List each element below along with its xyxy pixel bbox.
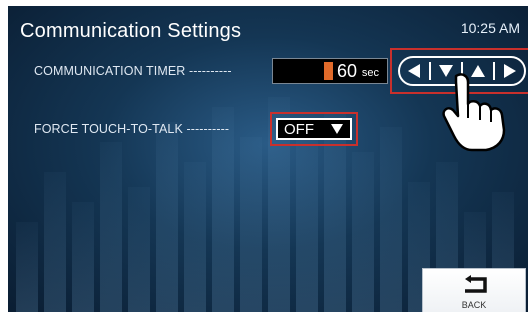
force-talk-select[interactable]: OFF — [276, 118, 352, 140]
back-button-label: BACK — [461, 300, 487, 310]
timer-label: COMMUNICATION TIMER ---------- — [34, 64, 232, 78]
timer-value: 60 — [336, 61, 357, 81]
equalizer-bar — [44, 172, 66, 312]
timer-unit: sec — [361, 67, 379, 79]
page-title: Communication Settings — [20, 20, 242, 42]
equalizer-bar — [352, 152, 374, 312]
equalizer-bar — [128, 187, 150, 312]
force-talk-value: OFF — [284, 120, 314, 138]
force-talk-label: FORCE TOUCH-TO-TALK ---------- — [34, 122, 230, 136]
input-cursor — [324, 62, 333, 80]
equalizer-bar — [16, 222, 38, 312]
equalizer-bar — [240, 137, 262, 312]
equalizer-bar — [184, 162, 206, 312]
equalizer-bar — [380, 127, 402, 312]
equalizer-bar — [100, 142, 122, 312]
back-button[interactable]: BACK — [422, 268, 526, 312]
equalizer-bar — [72, 202, 94, 312]
back-arrow-icon — [465, 275, 487, 293]
device-screen: Communication Settings 10:25 AM COMMUNIC… — [8, 6, 528, 312]
chevron-down-icon — [331, 124, 343, 134]
force-talk-label-text: FORCE TOUCH-TO-TALK — [34, 122, 183, 136]
left-arrow-icon — [407, 64, 420, 78]
timer-label-text: COMMUNICATION TIMER — [34, 64, 186, 78]
timer-value-field[interactable]: 60 sec — [272, 58, 388, 84]
left-arrow-button[interactable] — [402, 59, 426, 83]
equalizer-bar — [212, 107, 234, 312]
equalizer-bar — [296, 132, 318, 312]
clock: 10:25 AM — [460, 20, 520, 36]
equalizer-bar — [156, 122, 178, 312]
pointing-hand-icon — [442, 73, 506, 152]
nav-divider — [428, 62, 431, 80]
